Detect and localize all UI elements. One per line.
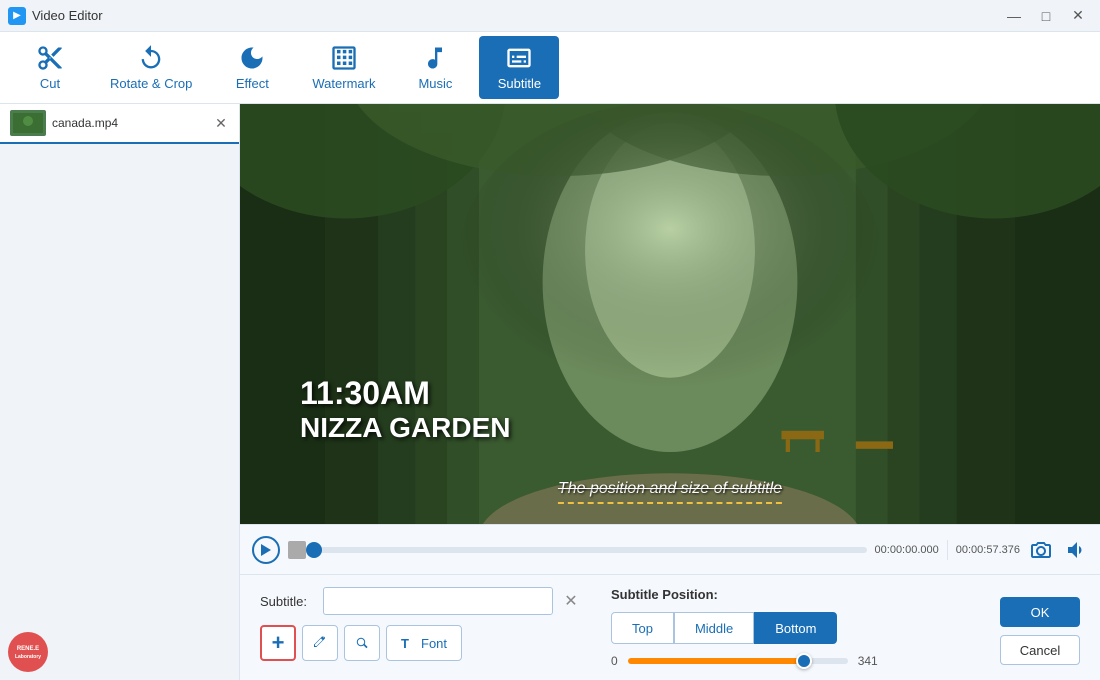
- svg-text:Laboratory: Laboratory: [15, 654, 41, 660]
- font-button-label: Font: [421, 636, 447, 651]
- video-time: 11:30AM: [300, 375, 511, 412]
- stop-button[interactable]: [288, 541, 306, 559]
- slider-handle[interactable]: [796, 653, 812, 669]
- tab-cut[interactable]: Cut: [10, 36, 90, 99]
- subtitle-label: Subtitle:: [260, 594, 315, 609]
- play-button[interactable]: [252, 536, 280, 564]
- svg-text:T: T: [401, 636, 409, 650]
- toolbar: Cut Rotate & Crop Effect Watermark Music…: [0, 32, 1100, 104]
- tab-watermark-label: Watermark: [312, 76, 375, 91]
- tab-rotate[interactable]: Rotate & Crop: [94, 36, 208, 99]
- minimize-button[interactable]: —: [1000, 5, 1028, 27]
- title-bar: ▶ Video Editor — □ ✕: [0, 0, 1100, 32]
- screenshot-button[interactable]: [1028, 537, 1054, 563]
- maximize-button[interactable]: □: [1032, 5, 1060, 27]
- subtitle-input-section: Subtitle: ✕ + T Font: [260, 587, 581, 661]
- main-area: canada.mp4 ✕ RENE.E Laboratory: [0, 104, 1100, 680]
- tab-cut-label: Cut: [40, 76, 60, 91]
- file-thumbnail: [10, 110, 46, 136]
- position-top-button[interactable]: Top: [611, 612, 674, 644]
- app-icon: ▶: [8, 7, 26, 25]
- slider-row: 0 341: [611, 654, 878, 668]
- position-slider[interactable]: [628, 658, 848, 664]
- video-preview: 11:30AM NIZZA GARDEN The position and si…: [240, 104, 1100, 524]
- subtitle-clear-button[interactable]: ✕: [561, 591, 581, 611]
- slider-min: 0: [611, 654, 618, 668]
- transport-bar: 00:00:00.000 00:00:57.376: [240, 524, 1100, 574]
- video-container: 11:30AM NIZZA GARDEN The position and si…: [240, 104, 1100, 524]
- search-subtitle-button[interactable]: [344, 625, 380, 661]
- cancel-button[interactable]: Cancel: [1000, 635, 1080, 665]
- video-overlay-text: 11:30AM NIZZA GARDEN: [300, 375, 511, 444]
- title-bar-left: ▶ Video Editor: [8, 7, 103, 25]
- tab-music[interactable]: Music: [395, 36, 475, 99]
- subtitle-row: Subtitle: ✕: [260, 587, 581, 615]
- tab-effect-label: Effect: [236, 76, 269, 91]
- time-start: 00:00:00.000: [875, 544, 939, 556]
- close-button[interactable]: ✕: [1064, 5, 1092, 27]
- tab-subtitle-label: Subtitle: [498, 76, 541, 91]
- time-end: 00:00:57.376: [956, 544, 1020, 556]
- position-bottom-button[interactable]: Bottom: [754, 612, 837, 644]
- font-button[interactable]: T Font: [386, 625, 462, 661]
- add-subtitle-button[interactable]: +: [260, 625, 296, 661]
- volume-button[interactable]: [1062, 537, 1088, 563]
- subtitle-position-section: Subtitle Position: Top Middle Bottom 0 3…: [611, 587, 878, 668]
- position-title: Subtitle Position:: [611, 587, 878, 602]
- app-title: Video Editor: [32, 8, 103, 23]
- progress-bar[interactable]: [314, 547, 867, 553]
- file-close-button[interactable]: ✕: [213, 115, 229, 131]
- tab-music-label: Music: [418, 76, 452, 91]
- position-buttons: Top Middle Bottom: [611, 612, 878, 644]
- svg-text:RENE.E: RENE.E: [17, 646, 39, 652]
- file-name: canada.mp4: [52, 116, 118, 130]
- subtitle-overlay: The position and size of subtitle: [558, 480, 782, 504]
- position-middle-button[interactable]: Middle: [674, 612, 754, 644]
- bottom-panel: Subtitle: ✕ + T Font: [240, 574, 1100, 680]
- tab-effect[interactable]: Effect: [212, 36, 292, 99]
- sidebar: canada.mp4 ✕ RENE.E Laboratory: [0, 104, 240, 680]
- slider-max: 341: [858, 654, 878, 668]
- subtitle-input[interactable]: [323, 587, 553, 615]
- window-controls: — □ ✕: [1000, 5, 1092, 27]
- ok-button[interactable]: OK: [1000, 597, 1080, 627]
- progress-handle[interactable]: [306, 542, 322, 558]
- dialog-buttons: OK Cancel: [1000, 587, 1080, 665]
- video-section: 11:30AM NIZZA GARDEN The position and si…: [240, 104, 1100, 680]
- action-buttons: + T Font: [260, 625, 581, 661]
- tab-subtitle[interactable]: Subtitle: [479, 36, 559, 99]
- edit-subtitle-button[interactable]: [302, 625, 338, 661]
- tab-watermark[interactable]: Watermark: [296, 36, 391, 99]
- tab-rotate-label: Rotate & Crop: [110, 76, 192, 91]
- brand-logo: RENE.E Laboratory: [8, 632, 48, 672]
- branding: RENE.E Laboratory: [8, 632, 48, 672]
- file-tab[interactable]: canada.mp4 ✕: [0, 104, 239, 144]
- video-location: NIZZA GARDEN: [300, 412, 511, 444]
- divider: [947, 540, 948, 560]
